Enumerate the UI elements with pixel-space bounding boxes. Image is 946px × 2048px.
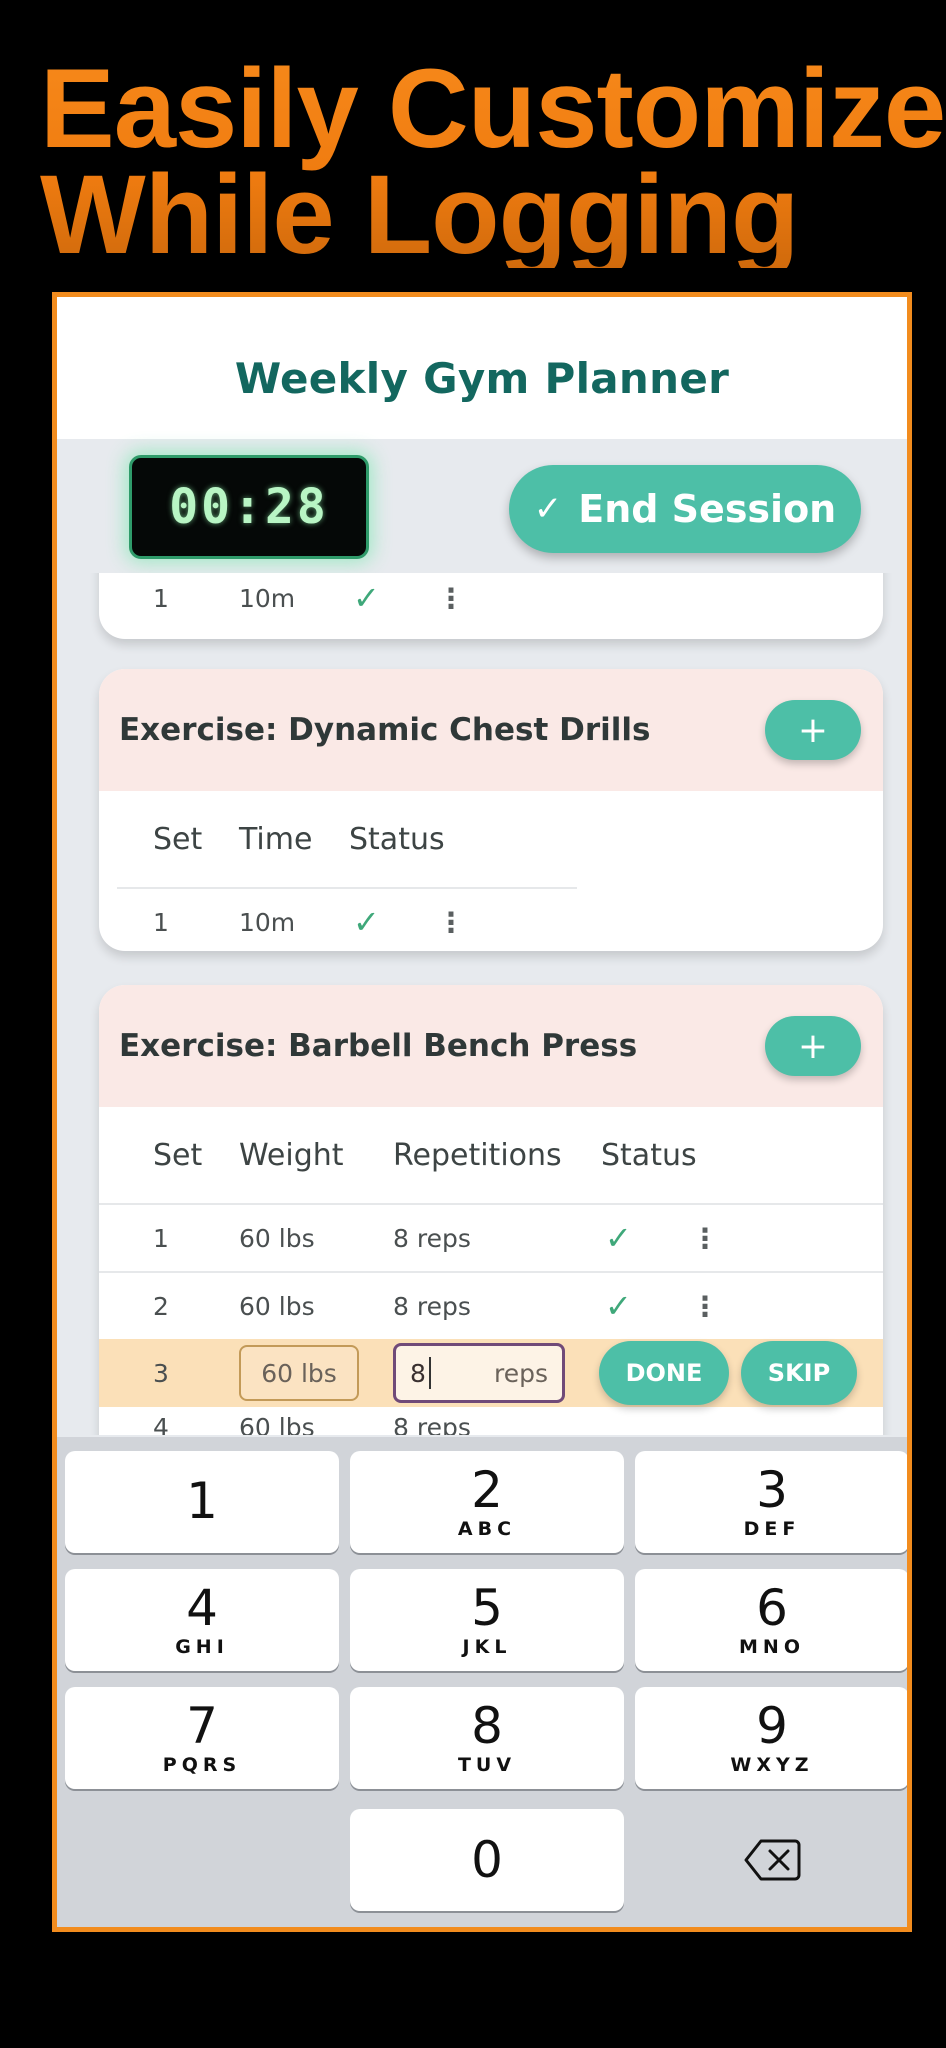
delete-key[interactable]	[635, 1809, 907, 1911]
key-letters: DEF	[743, 1518, 801, 1540]
key-letters: WXYZ	[730, 1754, 814, 1776]
reps-value: 8 reps	[393, 1413, 471, 1435]
check-icon: ✓	[605, 1287, 632, 1325]
key-letters: GHI	[175, 1636, 229, 1658]
more-options-icon[interactable]: ⋮	[437, 582, 465, 615]
promo-headline: Easily Customize While Logging	[40, 56, 945, 268]
exercise-title: Exercise: Dynamic Chest Drills	[119, 712, 651, 748]
key-letters: TUV	[457, 1754, 517, 1776]
key-digit: 8	[471, 1697, 503, 1755]
key-digit: 2	[471, 1461, 503, 1519]
reps-input[interactable]: 8 reps	[393, 1343, 565, 1403]
end-session-button[interactable]: ✓ End Session	[509, 465, 861, 553]
column-status: Status	[601, 1137, 697, 1173]
key-6[interactable]: 6 MNO	[635, 1569, 907, 1671]
headline-line-2: While Logging	[40, 152, 799, 277]
table-row[interactable]: 4 60 lbs 8 reps	[99, 1407, 883, 1435]
column-weight: Weight	[239, 1137, 344, 1173]
set-number: 3	[153, 1358, 169, 1388]
text-caret	[428, 1357, 431, 1389]
key-digit: 5	[471, 1579, 503, 1637]
check-icon: ✓	[353, 579, 380, 617]
key-8[interactable]: 8 TUV	[350, 1687, 624, 1789]
table-row[interactable]: 2 60 lbs 8 reps ✓ ⋮	[99, 1273, 883, 1339]
exercise-title: Exercise: Barbell Bench Press	[119, 1028, 638, 1064]
headline-line-1: Easily Customize	[40, 46, 946, 171]
key-7[interactable]: 7 PQRS	[65, 1687, 339, 1789]
add-set-button[interactable]: +	[765, 1016, 861, 1076]
key-5[interactable]: 5 JKL	[350, 1569, 624, 1671]
key-digit: 9	[756, 1697, 788, 1755]
weight-input[interactable]: 60 lbs	[239, 1345, 359, 1401]
reps-input-unit: reps	[493, 1358, 548, 1388]
table-header: Set Time Status	[99, 791, 883, 887]
more-options-icon[interactable]: ⋮	[691, 1290, 719, 1323]
key-9[interactable]: 9 WXYZ	[635, 1687, 907, 1789]
column-repetitions: Repetitions	[393, 1137, 562, 1173]
key-digit: 4	[186, 1579, 218, 1637]
set-number: 4	[153, 1413, 169, 1435]
app-title: Weekly Gym Planner	[234, 353, 730, 403]
key-1[interactable]: 1	[65, 1451, 339, 1553]
column-time: Time	[239, 821, 313, 857]
skip-button[interactable]: SKIP	[741, 1341, 857, 1405]
table-row[interactable]: 1 60 lbs 8 reps ✓ ⋮	[99, 1205, 883, 1271]
set-number: 1	[153, 907, 169, 937]
more-options-icon[interactable]: ⋮	[691, 1222, 719, 1255]
key-digit: 3	[756, 1461, 788, 1519]
key-4[interactable]: 4 GHI	[65, 1569, 339, 1671]
table-row[interactable]: 1 10m ✓ ⋮	[99, 889, 883, 951]
key-3[interactable]: 3 DEF	[635, 1451, 907, 1553]
key-digit: 7	[186, 1697, 218, 1755]
column-set: Set	[153, 821, 203, 857]
weight-value: 60 lbs	[239, 1291, 315, 1321]
key-0[interactable]: 0	[350, 1809, 624, 1911]
app-header: Weekly Gym Planner	[57, 297, 907, 439]
set-number: 1	[153, 1223, 169, 1253]
key-letters: ABC	[457, 1518, 517, 1540]
time-value: 10m	[239, 907, 296, 937]
check-icon: ✓	[533, 489, 563, 529]
reps-input-value: 8	[410, 1358, 426, 1388]
weight-input-value: 60 lbs	[261, 1358, 337, 1388]
exercise-card-chest-drills: Exercise: Dynamic Chest Drills + Set Tim…	[99, 669, 883, 951]
key-digit: 0	[471, 1831, 503, 1889]
timer-display: 00:28	[169, 479, 329, 535]
key-digit: 1	[186, 1472, 218, 1530]
session-timer: 00:28	[129, 455, 369, 559]
reps-value: 8 reps	[393, 1291, 471, 1321]
card-header: Exercise: Barbell Bench Press +	[99, 985, 883, 1107]
time-value: 10m	[239, 583, 296, 613]
numeric-keypad: 1 2 ABC 3 DEF 4 GHI 5 JKL 6 MNO 7 PQRS 8	[57, 1437, 907, 1927]
check-icon: ✓	[605, 1219, 632, 1257]
table-header: Set Weight Repetitions Status	[99, 1107, 883, 1203]
more-options-icon[interactable]: ⋮	[437, 906, 465, 939]
weight-value: 60 lbs	[239, 1223, 315, 1253]
done-button[interactable]: DONE	[599, 1341, 729, 1405]
exercise-list[interactable]: 1 10m ✓ ⋮ Exercise: Dynamic Chest Drills…	[57, 573, 907, 1435]
weight-value: 60 lbs	[239, 1413, 315, 1435]
reps-value: 8 reps	[393, 1223, 471, 1253]
exercise-card-bench-press: Exercise: Barbell Bench Press + Set Weig…	[99, 985, 883, 1435]
key-letters: JKL	[462, 1636, 512, 1658]
set-number: 1	[153, 583, 169, 613]
exercise-card-previous: 1 10m ✓ ⋮	[99, 573, 883, 639]
key-digit: 6	[756, 1579, 788, 1637]
add-set-button[interactable]: +	[765, 700, 861, 760]
column-set: Set	[153, 1137, 203, 1173]
phone-screen: Weekly Gym Planner 00:28 ✓ End Session 1…	[52, 292, 912, 1932]
set-number: 2	[153, 1291, 169, 1321]
table-row-editing[interactable]: 3 60 lbs 8 reps DONE SKIP	[99, 1339, 883, 1407]
end-session-label: End Session	[578, 487, 837, 531]
backspace-icon	[744, 1839, 801, 1881]
key-letters: MNO	[739, 1636, 805, 1658]
check-icon: ✓	[353, 903, 380, 941]
column-status: Status	[349, 821, 445, 857]
key-letters: PQRS	[162, 1754, 242, 1776]
table-row[interactable]: 1 10m ✓ ⋮	[99, 573, 883, 631]
key-2[interactable]: 2 ABC	[350, 1451, 624, 1553]
card-header: Exercise: Dynamic Chest Drills +	[99, 669, 883, 791]
